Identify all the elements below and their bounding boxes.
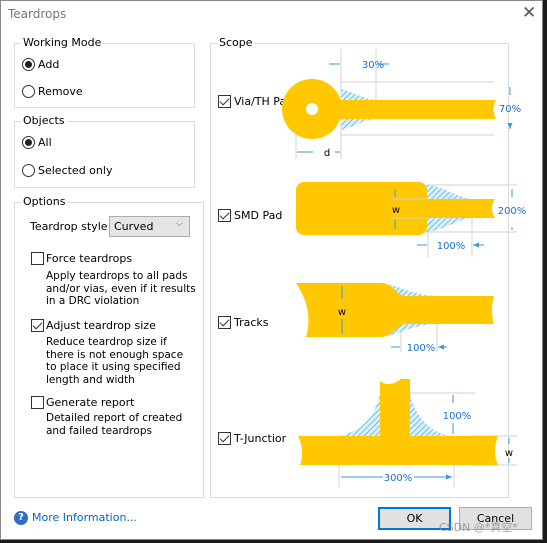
tracks-w-label: w	[338, 307, 346, 318]
tracks-length-label: 100%	[407, 343, 436, 354]
watermark: CSDN @*真空*	[439, 521, 518, 534]
tracks-diagram	[296, 283, 494, 337]
smd-length-label: 100%	[437, 241, 466, 252]
smd-width-label: 200%	[498, 206, 527, 217]
tj-length-label: 300%	[384, 473, 413, 484]
help-icon[interactable]: ?	[14, 511, 28, 525]
tj-height-label: 100%	[443, 411, 472, 422]
via-width-label: 70%	[499, 104, 521, 115]
via-d-label: d	[324, 148, 330, 159]
via-length-label: 30%	[362, 60, 384, 71]
t-junction-diagram	[298, 379, 498, 465]
smd-w-label: w	[392, 205, 400, 216]
teardrop-diagrams: 30% 70% 200% 100% 100% 100% 300% d w w w	[282, 49, 527, 487]
more-information-link[interactable]: More Information...	[32, 511, 137, 524]
tj-w-label: w	[505, 448, 513, 459]
teardrops-dialog: Teardrops ✕ Working Mode Add Remove Obje…	[0, 0, 543, 540]
via-diagram	[282, 79, 496, 139]
